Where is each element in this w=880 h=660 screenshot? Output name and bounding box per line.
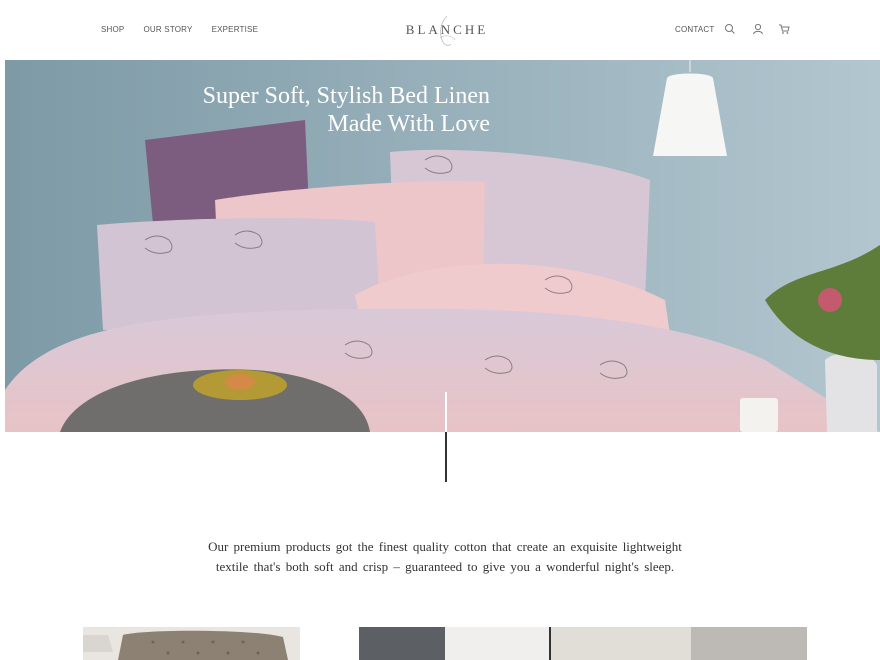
hero-banner: Super Soft, Stylish Bed Linen Made With … (5, 60, 880, 432)
section-divider-top (445, 392, 447, 432)
feature-tile-headboard[interactable] (83, 627, 300, 660)
hero-title: Super Soft, Stylish Bed Linen Made With … (203, 82, 490, 138)
user-icon[interactable] (752, 23, 764, 35)
headboard-image (83, 627, 300, 660)
section-divider (445, 392, 447, 482)
nav-our-story[interactable]: OUR STORY (143, 25, 192, 34)
intro-text: Our premium products got the finest qual… (208, 539, 682, 574)
brand-logo[interactable]: BLANCHE (395, 14, 499, 50)
feature-tile-interior[interactable] (359, 627, 807, 660)
hero-title-line-2: Made With Love (327, 111, 490, 137)
nav-expertise[interactable]: EXPERTISE (212, 25, 259, 34)
nav-shop[interactable]: SHOP (101, 25, 124, 34)
primary-nav: SHOP OUR STORY EXPERTISE (101, 25, 258, 34)
interior-image (359, 627, 807, 660)
cart-icon[interactable] (778, 23, 791, 35)
feature-tiles (0, 627, 880, 660)
search-icon[interactable] (724, 23, 736, 35)
nav-contact[interactable]: CONTACT (675, 25, 714, 34)
logo-text: BLANCHE (405, 22, 489, 37)
site-header: SHOP OUR STORY EXPERTISE BLANCHE CONTACT (0, 0, 880, 60)
secondary-nav: CONTACT (675, 23, 791, 35)
hero-title-line-1: Super Soft, Stylish Bed Linen (202, 83, 490, 109)
